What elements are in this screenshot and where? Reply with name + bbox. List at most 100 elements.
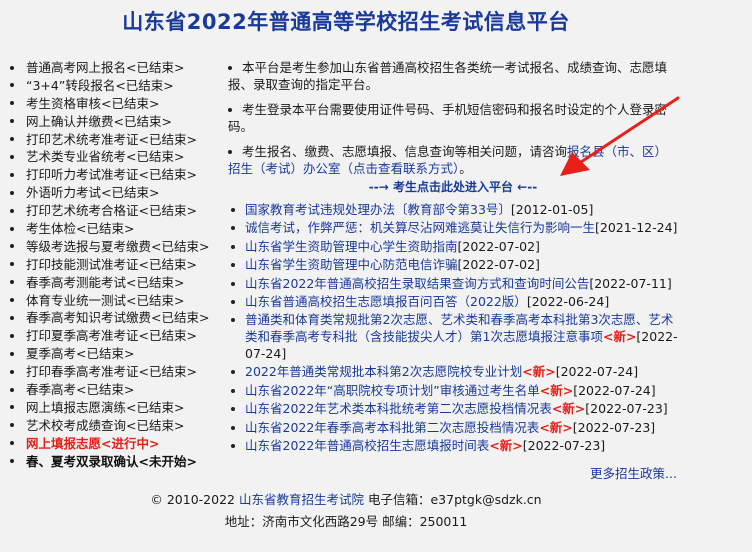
news-title-link[interactable]: 山东省学生资助管理中心学生资助指南: [245, 239, 458, 254]
left-nav-link[interactable]: 考生体检<已结束>: [26, 221, 134, 236]
news-date: [2021-12-24]: [595, 220, 678, 236]
news-item: 山东省学生资助管理中心学生资助指南[2022-07-02]: [228, 239, 678, 256]
left-nav-link[interactable]: 春季高考<已结束>: [26, 382, 134, 397]
news-item: 国家教育考试违规处理办法〔教育部令第33号〕[2012-01-05]: [228, 202, 678, 219]
bullet-icon: [228, 150, 232, 154]
bullet-icon: [10, 244, 14, 249]
bullet-icon: [10, 298, 14, 303]
news-date: [2012-01-05]: [510, 202, 594, 217]
news-title-link[interactable]: 山东省学生资助管理中心防范电信诈骗: [245, 257, 458, 272]
footer-org-link[interactable]: 山东省教育招生考试院: [239, 492, 364, 507]
intro-item: 考生报名、缴费、志愿填报、信息查询等相关问题，请咨询报名县（市、区）招生（考试）…: [228, 144, 668, 176]
left-nav-item: 网上填报志愿演练<已结束>: [10, 399, 225, 417]
left-nav-item: “3+4”转段报名<已结束>: [10, 77, 225, 95]
left-nav-link[interactable]: 艺术校考成绩查询<已结束>: [26, 418, 184, 433]
news-item: 山东省2022年普通高校招生志愿填报时间表<新>[2022-07-23]: [228, 438, 678, 455]
footer-email: e37ptgk@sdzk.cn: [430, 492, 542, 507]
bullet-icon: [10, 83, 14, 88]
more-policies-link[interactable]: 更多招生政策...: [590, 463, 677, 482]
left-nav-item: 春季高考知识考试缴费<已结束>: [10, 309, 225, 327]
bullet-icon: [231, 299, 235, 304]
bullet-icon: [231, 208, 235, 212]
left-nav-link[interactable]: 打印夏季高考准考证<已结束>: [26, 328, 197, 343]
left-nav-item: 体育专业统一测试<已结束>: [10, 292, 225, 310]
left-nav-item: 等级考选报与夏考缴费<已结束>: [10, 238, 225, 256]
left-nav-link[interactable]: 网上确认并缴费<已结束>: [26, 114, 172, 129]
bullet-icon: [10, 387, 14, 392]
bullet-icon: [228, 108, 232, 112]
left-nav-item: 打印听力考试准考证<已结束>: [10, 166, 225, 184]
left-nav-link[interactable]: 打印技能测试准考证<已结束>: [26, 257, 197, 272]
bullet-icon: [231, 388, 235, 393]
left-nav-link[interactable]: 网上填报志愿<进行中>: [26, 436, 159, 451]
bullet-icon: [231, 244, 235, 249]
news-item: 山东省2022年艺术类本科批统考第二次志愿投档情况表<新>[2022-07-23…: [228, 401, 678, 418]
left-nav-link[interactable]: 考生资格审核<已结束>: [26, 96, 159, 111]
news-title-link[interactable]: 山东省2022年“高职院校专项计划”审核通过考生名单: [245, 383, 540, 398]
news-title-link[interactable]: 山东省2022年普通高校招生志愿填报时间表: [245, 438, 489, 453]
left-nav-item: 考生体检<已结束>: [10, 220, 225, 238]
intro-item: 本平台是考生参加山东省普通高校招生各类统一考试报名、成绩查询、志愿填报、录取查询…: [228, 60, 668, 92]
left-nav-link[interactable]: 网上填报志愿演练<已结束>: [26, 400, 184, 415]
left-nav-link[interactable]: 打印听力考试准考证<已结束>: [26, 167, 197, 182]
bullet-icon: [231, 443, 235, 448]
intro-list: 本平台是考生参加山东省普通高校招生各类统一考试报名、成绩查询、志愿填报、录取查询…: [228, 59, 678, 185]
bullet-icon: [10, 405, 14, 410]
left-nav-item: 网上填报志愿<进行中>: [10, 435, 225, 453]
left-nav-item: 艺术校考成绩查询<已结束>: [10, 417, 225, 435]
left-nav-link[interactable]: 体育专业统一测试<已结束>: [26, 293, 184, 308]
left-nav-link[interactable]: 等级考选报与夏考缴费<已结束>: [26, 239, 209, 254]
news-date: [2022-06-24]: [526, 293, 610, 309]
news-item: 2022年普通类常规批本科第2次志愿院校专业计划<新>[2022-07-24]: [228, 364, 678, 381]
bullet-icon: [231, 370, 235, 375]
bullet-icon: [231, 226, 235, 231]
bullet-icon: [10, 315, 14, 320]
bullet-icon: [10, 351, 14, 356]
news-item: 普通类和体育类常规批第2次志愿、艺术类和春季高考本科批第3次志愿、艺术类和春季高…: [228, 312, 678, 362]
left-nav-link[interactable]: “3+4”转段报名<已结束>: [26, 78, 174, 93]
enter-platform-link[interactable]: --→ 考生点击此处进入平台 ←--: [228, 178, 678, 195]
bullet-icon: [10, 262, 14, 267]
bullet-icon: [10, 190, 14, 195]
footer-copyright: © 2010-2022 山东省教育招生考试院 电子信箱：e37ptgk@sdzk…: [150, 492, 542, 507]
news-title-link[interactable]: 山东省普通高校招生志愿填报百问百答（2022版）: [245, 294, 527, 309]
news-title-link[interactable]: 山东省2022年普通高校招生录取结果查询方式和查询时间公告: [245, 276, 589, 291]
news-date: [2022-07-24]: [555, 364, 639, 380]
bullet-icon: [231, 263, 235, 268]
bullet-icon: [10, 65, 14, 70]
news-title-link[interactable]: 山东省2022年春季高考本科批第二次志愿投档情况表: [245, 420, 539, 435]
news-title-link[interactable]: 国家教育考试违规处理办法〔教育部令第33号〕: [245, 202, 511, 217]
footer-address: 地址：济南市文化西路29号 邮编：250011: [224, 514, 468, 529]
left-nav-link[interactable]: 普通高考网上报名<已结束>: [26, 60, 184, 75]
left-nav-item: 夏季高考<已结束>: [10, 345, 225, 363]
left-nav-item: 考生资格审核<已结束>: [10, 95, 225, 113]
news-title-link[interactable]: 山东省2022年艺术类本科批统考第二次志愿投档情况表: [245, 401, 552, 416]
left-nav-link[interactable]: 打印艺术统考合格证<已结束>: [26, 203, 197, 218]
new-badge: <新>: [522, 364, 556, 380]
new-badge: <新>: [489, 437, 523, 453]
news-date: [2022-07-11]: [589, 275, 672, 291]
left-nav-link[interactable]: 打印艺术统考准考证<已结束>: [26, 132, 197, 147]
left-nav-link[interactable]: 春季高考测能考试<已结束>: [26, 275, 184, 290]
news-item: 山东省2022年春季高考本科批第二次志愿投档情况表<新>[2022-07-23]: [228, 420, 678, 437]
left-nav-link[interactable]: 打印春季高考准考证<已结束>: [26, 364, 197, 379]
news-date: [2022-07-23]: [522, 437, 606, 453]
new-badge: <新>: [539, 419, 573, 435]
left-nav-link[interactable]: 外语听力考试<已结束>: [26, 185, 159, 200]
news-title-link[interactable]: 2022年普通类常规批本科第2次志愿院校专业计划: [245, 364, 522, 379]
left-nav-link[interactable]: 夏季高考<已结束>: [26, 346, 134, 361]
left-nav-item: 外语听力考试<已结束>: [10, 184, 225, 202]
left-nav-link[interactable]: 春季高考知识考试缴费<已结束>: [26, 310, 209, 325]
bullet-icon: [10, 226, 14, 231]
left-nav-link[interactable]: 艺术类专业省统考<已结束>: [26, 149, 184, 164]
news-date: [2022-07-02]: [457, 238, 540, 254]
news-item: 山东省2022年普通高校招生录取结果查询方式和查询时间公告[2022-07-11…: [228, 276, 678, 293]
news-title-link[interactable]: 诚信考试，作弊严惩：机关算尽沾网难逃莫让失信行为影响一生: [245, 220, 595, 235]
bullet-icon: [10, 441, 14, 446]
left-nav-item: 春、夏考双录取确认<未开始>: [10, 453, 225, 471]
left-nav-item: 春季高考测能考试<已结束>: [10, 274, 225, 292]
bullet-icon: [231, 318, 235, 323]
bullet-icon: [10, 154, 14, 159]
left-nav-link[interactable]: 春、夏考双录取确认<未开始>: [26, 454, 197, 469]
bullet-icon: [228, 66, 232, 70]
